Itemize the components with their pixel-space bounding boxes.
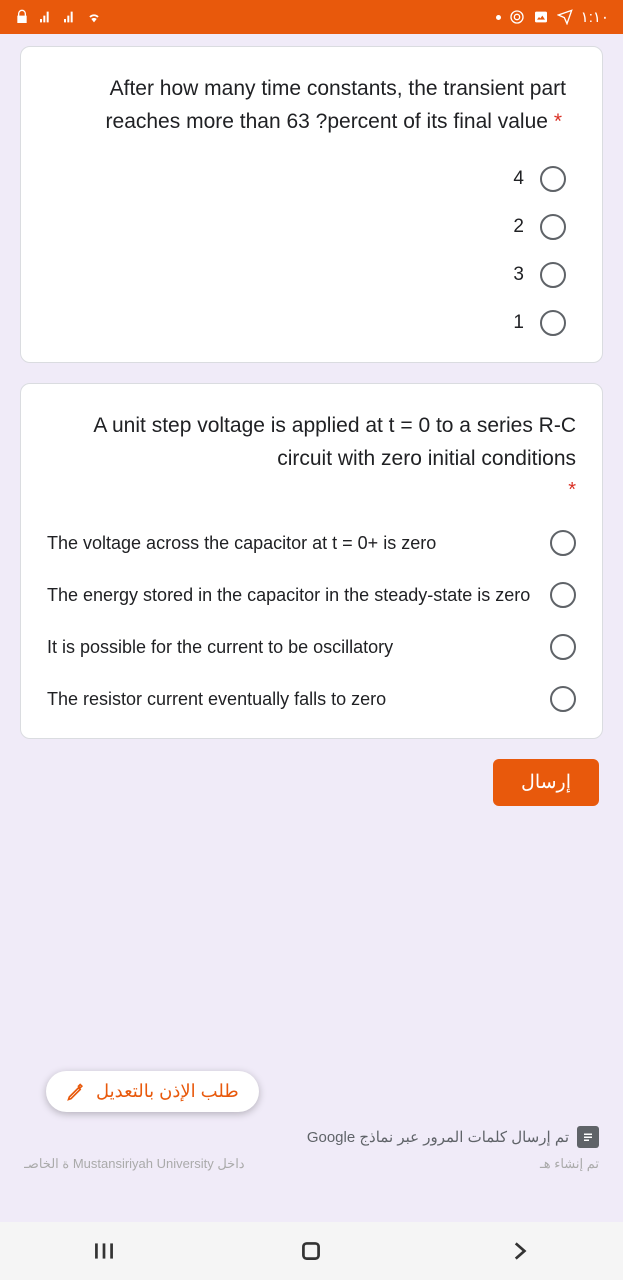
option-row[interactable]: The resistor current eventually falls to… xyxy=(47,686,576,712)
request-edit-chip[interactable]: طلب الإذن بالتعديل xyxy=(46,1071,259,1112)
chrome-icon xyxy=(509,9,525,25)
signal-icon-2 xyxy=(62,9,78,25)
edit-chip-label: طلب الإذن بالتعديل xyxy=(96,1081,239,1102)
option-label: It is possible for the current to be osc… xyxy=(47,635,532,660)
status-right: ١:١٠ xyxy=(496,8,609,26)
radio-button[interactable] xyxy=(550,634,576,660)
status-left xyxy=(14,9,102,25)
question-2-text: A unit step voltage is applied at t = 0 … xyxy=(47,410,576,475)
option-row[interactable]: 1 xyxy=(513,310,566,336)
option-row[interactable]: The energy stored in the capacitor in th… xyxy=(47,582,576,608)
back-icon xyxy=(506,1238,532,1264)
option-row[interactable]: 3 xyxy=(513,262,566,288)
question-card-2: A unit step voltage is applied at t = 0 … xyxy=(20,383,603,739)
footer-text: تم إرسال كلمات المرور عبر نماذج Google xyxy=(307,1128,569,1146)
submit-row: إرسال xyxy=(20,759,603,806)
question-1-text: After how many time constants, the trans… xyxy=(47,73,576,138)
option-label: The energy stored in the capacitor in th… xyxy=(47,583,532,608)
home-icon xyxy=(298,1238,324,1264)
signal-icon-1 xyxy=(38,9,54,25)
recents-icon xyxy=(91,1238,117,1264)
nav-back-button[interactable] xyxy=(489,1238,549,1264)
radio-button[interactable] xyxy=(550,582,576,608)
option-label: The voltage across the capacitor at t = … xyxy=(47,531,532,556)
radio-button[interactable] xyxy=(540,262,566,288)
option-label: 4 xyxy=(513,168,524,190)
status-time: ١:١٠ xyxy=(581,8,609,26)
submit-button[interactable]: إرسال xyxy=(493,759,599,806)
option-row[interactable]: The voltage across the capacitor at t = … xyxy=(47,530,576,556)
forms-icon xyxy=(577,1126,599,1148)
radio-button[interactable] xyxy=(540,310,566,336)
required-asterisk: * xyxy=(554,110,562,133)
system-nav-bar xyxy=(0,1222,623,1280)
radio-button[interactable] xyxy=(550,530,576,556)
option-label: 3 xyxy=(513,264,524,286)
status-bar: ١:١٠ xyxy=(0,0,623,34)
radio-button[interactable] xyxy=(540,166,566,192)
nav-recents-button[interactable] xyxy=(74,1238,134,1264)
pencil-icon xyxy=(66,1082,86,1102)
option-row[interactable]: It is possible for the current to be osc… xyxy=(47,634,576,660)
image-icon xyxy=(533,9,549,25)
form-content: After how many time constants, the trans… xyxy=(0,34,623,1222)
option-label: 1 xyxy=(513,312,524,334)
nav-home-button[interactable] xyxy=(281,1238,341,1264)
wifi-icon xyxy=(86,9,102,25)
option-label: The resistor current eventually falls to… xyxy=(47,687,532,712)
send-icon xyxy=(557,9,573,25)
option-row[interactable]: 4 xyxy=(513,166,566,192)
question-1-options: 4 2 3 1 xyxy=(47,166,576,336)
option-label: 2 xyxy=(513,216,524,238)
radio-button[interactable] xyxy=(540,214,566,240)
required-asterisk: * xyxy=(47,479,576,502)
question-2-options: The voltage across the capacitor at t = … xyxy=(47,530,576,712)
question-card-1: After how many time constants, the trans… xyxy=(20,46,603,363)
lock-icon xyxy=(14,9,30,25)
option-row[interactable]: 2 xyxy=(513,214,566,240)
partial-footer: ة الخاصـ Mustansiriyah University داخل ت… xyxy=(24,1156,599,1172)
dot-icon xyxy=(496,15,501,20)
forms-footer-line: تم إرسال كلمات المرور عبر نماذج Google xyxy=(307,1126,599,1148)
radio-button[interactable] xyxy=(550,686,576,712)
